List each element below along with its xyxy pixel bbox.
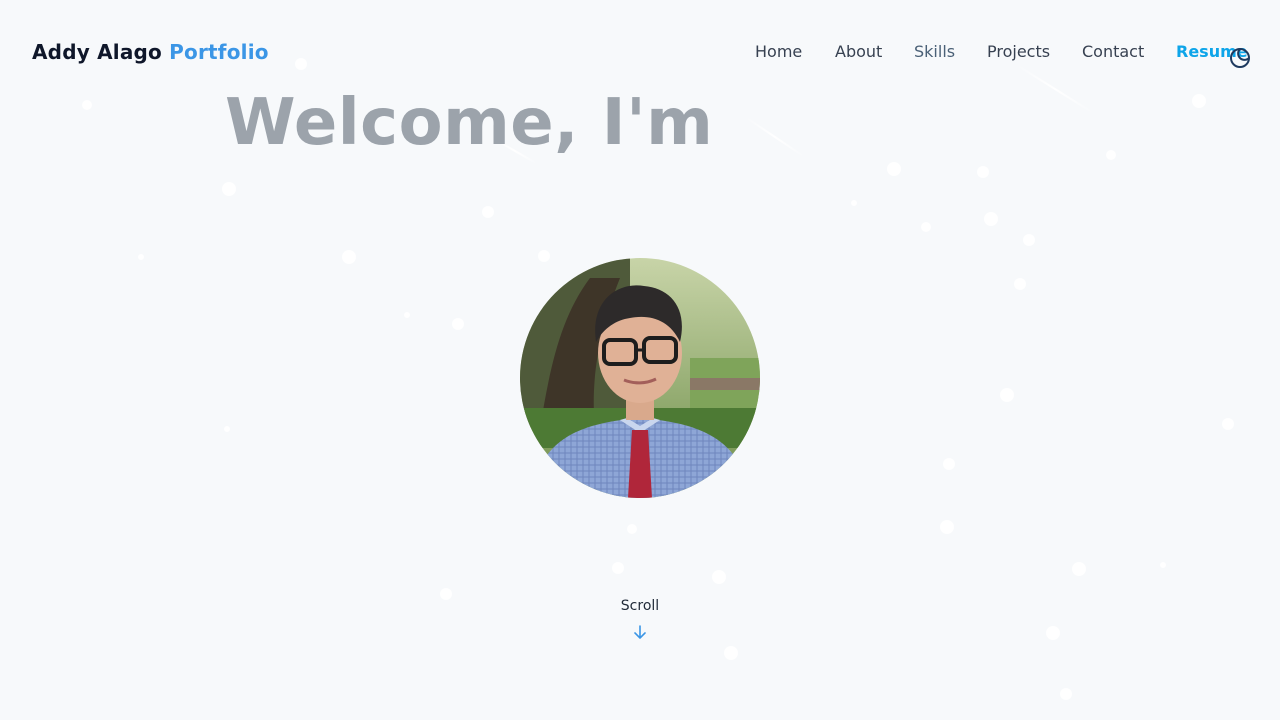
particle <box>851 200 857 206</box>
profile-photo-illustration <box>520 258 760 498</box>
nav-link-skills[interactable]: Skills <box>914 42 955 61</box>
particle <box>452 318 464 330</box>
particle <box>712 570 726 584</box>
particle <box>1000 388 1014 402</box>
nav-link-projects[interactable]: Projects <box>987 42 1050 61</box>
nav-link-home[interactable]: Home <box>755 42 802 61</box>
moon-icon <box>1230 48 1250 68</box>
particle <box>612 562 624 574</box>
particle <box>222 182 236 196</box>
particle <box>538 250 550 262</box>
particle <box>940 520 954 534</box>
particle <box>1160 562 1166 568</box>
particle <box>984 212 998 226</box>
particle <box>1192 94 1206 108</box>
light-streak <box>1016 64 1094 114</box>
portfolio-page: Addy Alago Portfolio Home About Skills P… <box>0 0 1280 720</box>
theme-toggle-button[interactable] <box>1229 47 1251 69</box>
particle <box>887 162 901 176</box>
nav-link-about[interactable]: About <box>835 42 882 61</box>
light-streak <box>745 116 805 158</box>
scroll-indicator[interactable]: Scroll <box>590 598 690 640</box>
particle <box>82 100 92 110</box>
particle <box>482 206 494 218</box>
particle <box>977 166 989 178</box>
scroll-label: Scroll <box>620 598 660 614</box>
particle <box>1014 278 1026 290</box>
profile-photo <box>520 258 760 498</box>
arrow-down-icon <box>634 625 646 639</box>
particle <box>1023 234 1035 246</box>
particle <box>1046 626 1060 640</box>
nav-link-contact[interactable]: Contact <box>1082 42 1144 61</box>
particle <box>724 646 738 660</box>
particle <box>627 524 637 534</box>
particle <box>224 426 230 432</box>
hero-title: Welcome, I'm <box>225 86 714 160</box>
particle <box>921 222 931 232</box>
particle <box>440 588 452 600</box>
particle <box>342 250 356 264</box>
main-nav: Home About Skills Projects Contact Resum… <box>0 42 1280 64</box>
particle <box>1106 150 1116 160</box>
particle <box>138 254 144 260</box>
particle <box>1060 688 1072 700</box>
particle <box>943 458 955 470</box>
particle <box>1222 418 1234 430</box>
particle <box>1072 562 1086 576</box>
particle <box>404 312 410 318</box>
